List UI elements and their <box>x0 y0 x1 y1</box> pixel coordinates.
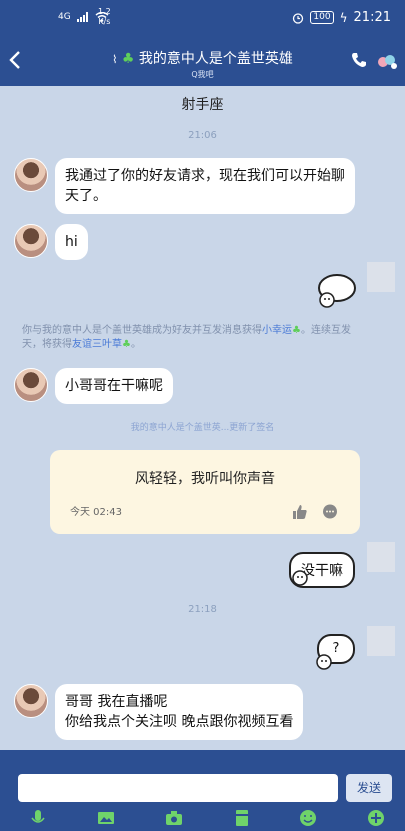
input-toolbar <box>0 808 405 830</box>
net-speed-value: 1.2 <box>98 7 111 16</box>
avatar[interactable] <box>14 368 48 402</box>
sticker-figure <box>292 570 308 586</box>
camera-icon[interactable] <box>164 808 184 828</box>
message-input[interactable] <box>18 774 338 802</box>
avatar[interactable] <box>367 626 395 656</box>
contact-status: Q我吧 <box>191 70 214 79</box>
system-text: 你与我的意中人是个盖世英雄成为好友并互发消息获得 <box>22 325 262 336</box>
net-speed-unit: K/s <box>98 17 111 26</box>
avatar[interactable] <box>367 262 395 292</box>
signature-card[interactable]: 风轻轻，我听叫你声音 今天 02:43 <box>50 450 360 534</box>
network-type: 4G <box>58 12 71 22</box>
contact-name: 我的意中人是个盖世英雄 <box>138 51 293 67</box>
plus-icon[interactable] <box>366 808 386 828</box>
input-bar: 发送 <box>0 750 405 831</box>
back-arrow-icon[interactable] <box>8 50 22 74</box>
signature-time: 今天 02:43 <box>70 507 122 518</box>
emoji-icon[interactable] <box>298 808 318 828</box>
net-speed: 1.2 K/s <box>98 7 111 27</box>
status-bar: 4G 1.2 K/s 100 ϟ 21:21 <box>0 0 405 34</box>
group-label: 射手座 <box>181 97 224 113</box>
sprout-icon: ♣ <box>292 325 301 336</box>
battery-indicator: 100 <box>310 11 334 24</box>
charging-icon: ϟ <box>339 10 348 25</box>
signature-text: 风轻轻，我听叫你声音 <box>135 471 275 487</box>
system-notice: 你与我的意中人是个盖世英雄成为好友并互发消息获得小幸运♣。连续互发 天，将获得友… <box>22 324 385 352</box>
system-text: 。连续互发 <box>300 325 351 336</box>
phone-icon[interactable] <box>351 52 367 68</box>
message-bubble[interactable]: 我通过了你的好友请求，现在我们可以开始聊天了。 <box>55 158 355 214</box>
message-line: 你给我点个关注呗 晚点跟你视频互看 <box>65 714 294 730</box>
contact-title[interactable]: ⌇ ♣ 我的意中人是个盖世英雄 Q我吧 <box>80 48 325 80</box>
chat-area[interactable]: 射手座 21:06 我通过了你的好友请求，现在我们可以开始聊天了。 hi 你与我… <box>0 86 405 750</box>
system-text: 。 <box>130 339 141 350</box>
avatar[interactable] <box>367 542 395 572</box>
avatar[interactable] <box>14 224 48 258</box>
message-bubble[interactable]: 哥哥 我在直播呢 你给我点个关注呗 晚点跟你视频互看 <box>55 684 304 740</box>
timestamp: 21:06 <box>188 130 217 141</box>
send-button[interactable]: 发送 <box>346 774 392 802</box>
chat-header: ⌇ ♣ 我的意中人是个盖世英雄 Q我吧 <box>0 34 405 86</box>
status-right: 100 ϟ 21:21 <box>292 10 391 25</box>
message-bubble[interactable]: 小哥哥在干嘛呢 <box>55 368 173 404</box>
signature-notice[interactable]: 我的意中人是个盖世英...更新了签名 <box>0 420 405 433</box>
timestamp: 21:18 <box>188 604 217 615</box>
signal-icon <box>76 12 88 22</box>
clover-link[interactable]: 友谊三叶草 <box>72 339 122 350</box>
clock: 21:21 <box>353 10 391 25</box>
voice-icon[interactable] <box>28 808 48 828</box>
lucky-link[interactable]: 小幸运 <box>262 325 292 336</box>
thumbs-up-icon[interactable] <box>292 504 308 520</box>
comment-icon[interactable] <box>322 504 338 520</box>
sticker-figure <box>316 654 332 670</box>
red-packet-icon[interactable] <box>232 808 252 828</box>
system-text: 天，将获得 <box>22 339 72 350</box>
message-bubble[interactable]: hi <box>55 224 88 260</box>
ear-icon: ⌇ <box>112 53 118 66</box>
more-icon[interactable] <box>375 50 399 72</box>
sticker-question: ? <box>332 641 340 656</box>
sticker-image[interactable] <box>313 272 357 312</box>
avatar[interactable] <box>14 158 48 192</box>
clover-icon: ♣ <box>122 339 131 350</box>
message-line: 哥哥 我在直播呢 <box>65 694 168 710</box>
alarm-icon <box>293 12 304 24</box>
avatar[interactable] <box>14 684 48 718</box>
clover-icon: ♣ <box>121 51 135 67</box>
image-icon[interactable] <box>96 808 116 828</box>
